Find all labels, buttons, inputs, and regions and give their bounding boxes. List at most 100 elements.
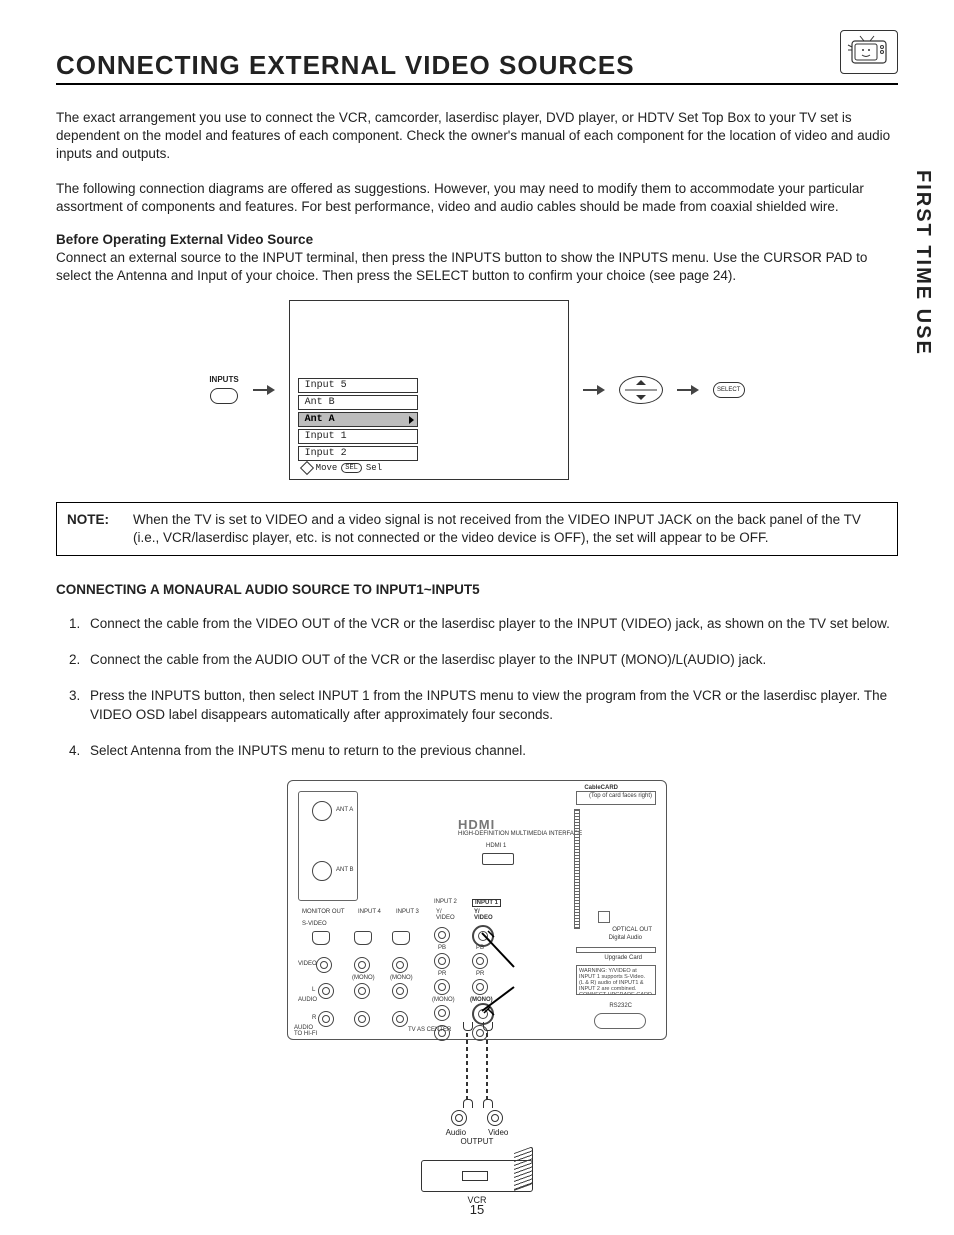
- note-label: NOTE:: [67, 511, 109, 547]
- warning-text: WARNING: Y/VIDEO at INPUT 1 supports S-V…: [576, 965, 656, 995]
- osd-item: Ant B: [298, 395, 418, 410]
- video-label: Video: [488, 1128, 508, 1137]
- rca-jack-icon: [434, 1005, 450, 1021]
- rca-jack-icon: [451, 1110, 467, 1126]
- ant-a-label: ANT A: [336, 807, 353, 813]
- mono-label: (MONO): [432, 997, 455, 1003]
- arrow-right-icon: [677, 385, 699, 395]
- cablecard-sub-label: (Top of card faces right): [589, 793, 652, 799]
- input2-label: INPUT 2: [434, 899, 457, 905]
- yvideo-label: Y/ VIDEO: [474, 909, 493, 921]
- tv-rear-panel: ANT A ANT B HDMI HIGH-DEFINITION MULTIME…: [287, 780, 667, 1040]
- rca-jack-icon: [434, 927, 450, 943]
- l-label: L: [312, 987, 315, 993]
- page-number: 15: [470, 1202, 484, 1217]
- mono-label: (MONO): [390, 975, 413, 981]
- yvideo-label: Y/ VIDEO: [436, 909, 455, 921]
- rca-jack-icon: [354, 957, 370, 973]
- rca-jack-icon: [392, 1011, 408, 1027]
- step-item: Connect the cable from the AUDIO OUT of …: [84, 651, 898, 669]
- cable-line-icon: [486, 1030, 488, 1100]
- output-label: OUTPUT: [461, 1137, 494, 1146]
- manual-page: FIRST TIME USE CONNECTING EXTERNAL VIDEO…: [0, 0, 954, 1235]
- osd-item-label: Ant A: [305, 414, 335, 425]
- inputs-osd-menu: Input 5 Ant B Ant A Input 1 Input 2 Move…: [289, 300, 569, 480]
- cursor-pad-oval-icon: [619, 376, 663, 404]
- intro-paragraph-1: The exact arrangement you use to connect…: [56, 109, 898, 164]
- section-tab: FIRST TIME USE: [911, 170, 934, 356]
- optical-out-label: OPTICAL OUT: [612, 927, 652, 933]
- monitor-out-label: MONITOR OUT: [302, 909, 345, 915]
- vcr-output-labels: Audio Video: [446, 1128, 509, 1137]
- rca-jack-icon: [318, 983, 334, 999]
- arrow-right-icon: [583, 385, 605, 395]
- rca-jack-icon: [434, 953, 450, 969]
- osd-footer-sel-badge: SEL: [341, 463, 362, 473]
- cursor-pad-graphic: [619, 376, 663, 404]
- rca-jack-icon: [318, 1011, 334, 1027]
- vcr-graphic: [421, 1160, 533, 1192]
- audio-row-label: AUDIO: [298, 997, 317, 1003]
- hdmi1-label: HDMI 1: [486, 843, 506, 849]
- arrow-right-icon: [253, 385, 275, 395]
- subhead-before-operating: Before Operating External Video Source: [56, 232, 898, 247]
- rca-jack-icon: [392, 957, 408, 973]
- cablecard-label: CableCARD: [584, 785, 618, 791]
- osd-footer-move: Move: [316, 463, 338, 473]
- hdmi-slot-icon: [482, 853, 514, 865]
- pr-label: PR: [438, 971, 446, 977]
- step-item: Connect the cable from the VIDEO OUT of …: [84, 615, 898, 633]
- cables-graphic: [442, 1030, 512, 1100]
- digital-audio-label: Digital Audio: [609, 935, 642, 941]
- select-button-graphic: SELECT: [713, 382, 745, 398]
- input4-label: INPUT 4: [358, 909, 381, 915]
- rear-panel-diagram: ANT A ANT B HDMI HIGH-DEFINITION MULTIME…: [287, 780, 667, 1205]
- osd-item: Input 2: [298, 446, 418, 461]
- inputs-button-graphic: INPUTS: [209, 375, 238, 404]
- subhead-before-operating-text: Connect an external source to the INPUT …: [56, 249, 898, 285]
- tv-cartoon-icon: [840, 30, 898, 74]
- inputs-button-label: INPUTS: [209, 375, 238, 384]
- intro-paragraph-2: The following connection diagrams are of…: [56, 180, 898, 216]
- r-label: R: [312, 1015, 316, 1021]
- rca-jack-icon: [487, 1110, 503, 1126]
- osd-navigation-diagram: INPUTS Input 5 Ant B Ant A Input 1 Input…: [97, 300, 857, 480]
- rca-jack-icon: [316, 957, 332, 973]
- title-rule: [56, 83, 898, 85]
- note-text: When the TV is set to VIDEO and a video …: [133, 511, 887, 547]
- oval-button-icon: [210, 388, 238, 404]
- rca-jack-icon: [354, 1011, 370, 1027]
- steps-list: Connect the cable from the VIDEO OUT of …: [56, 615, 898, 760]
- input1-label: INPUT 1: [472, 899, 501, 907]
- rs232c-label: RS232C: [609, 1003, 632, 1009]
- upgrade-card-label: Upgrade Card: [604, 955, 642, 961]
- page-title: CONNECTING EXTERNAL VIDEO SOURCES: [56, 50, 898, 81]
- ant-b-jack-icon: [312, 861, 332, 881]
- step-item: Press the INPUTS button, then select INP…: [84, 687, 898, 723]
- osd-footer-sel: Sel: [366, 463, 382, 473]
- step-item: Select Antenna from the INPUTS menu to r…: [84, 742, 898, 760]
- svideo-label: S-VIDEO: [302, 921, 327, 927]
- note-box: NOTE: When the TV is set to VIDEO and a …: [56, 502, 898, 556]
- cursor-pad-icon: [300, 460, 314, 474]
- cable-line-icon: [466, 1030, 468, 1100]
- svideo-jack-icon: [392, 931, 410, 945]
- hdmi-logo: HDMI: [458, 817, 495, 832]
- vcr-output-jacks: [451, 1110, 503, 1126]
- triangle-right-icon: [409, 416, 414, 424]
- audio-hifi-label: AUDIO TO HI-FI: [294, 1025, 317, 1037]
- mono-label: (MONO): [352, 975, 375, 981]
- input3-label: INPUT 3: [396, 909, 419, 915]
- rca-jack-icon: [392, 983, 408, 999]
- audio-label: Audio: [446, 1128, 466, 1137]
- osd-item: Input 1: [298, 429, 418, 444]
- osd-item: Input 5: [298, 378, 418, 393]
- rca-jack-icon: [354, 983, 370, 999]
- vcr-slot-icon: [462, 1171, 488, 1181]
- osd-item-selected: Ant A: [298, 412, 418, 427]
- ant-b-label: ANT B: [336, 867, 354, 873]
- ant-a-jack-icon: [312, 801, 332, 821]
- section-head-monaural: CONNECTING A MONAURAL AUDIO SOURCE TO IN…: [56, 582, 898, 597]
- svideo-jack-icon: [354, 931, 372, 945]
- pb-label: PB: [438, 945, 446, 951]
